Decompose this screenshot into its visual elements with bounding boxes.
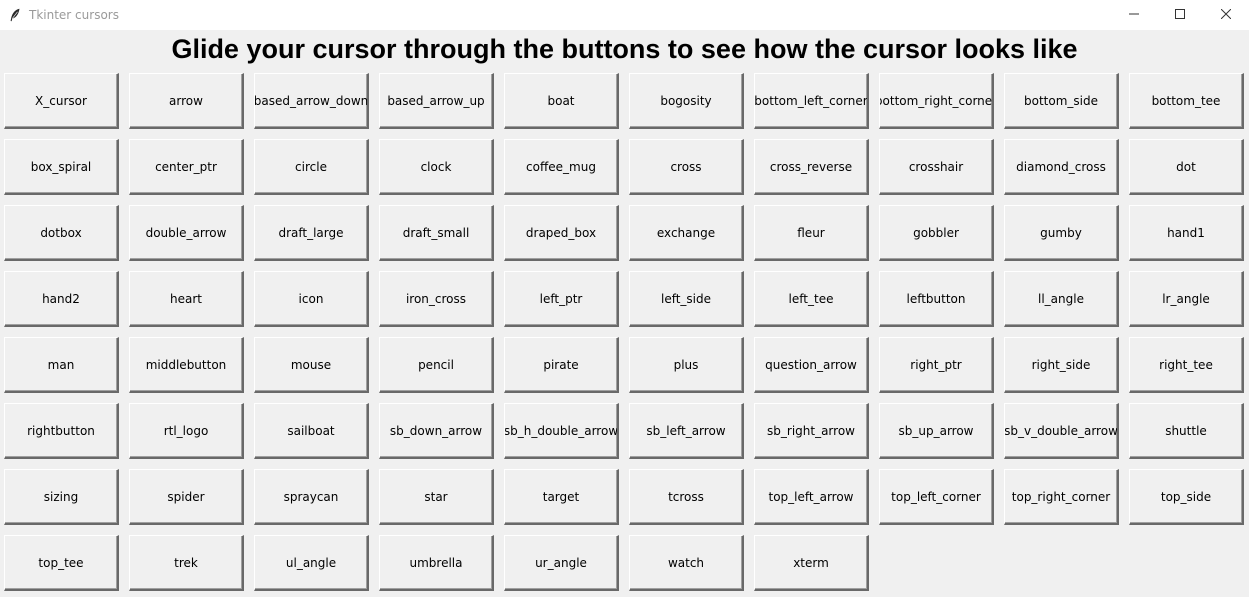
feather-icon — [8, 8, 22, 22]
cursor-button-leftbutton[interactable]: leftbutton — [879, 271, 994, 327]
cursor-button-hand1[interactable]: hand1 — [1129, 205, 1244, 261]
cursor-button-lr-angle[interactable]: lr_angle — [1129, 271, 1244, 327]
cursor-button-watch[interactable]: watch — [629, 535, 744, 591]
cursor-button-plus[interactable]: plus — [629, 337, 744, 393]
cursor-button-umbrella[interactable]: umbrella — [379, 535, 494, 591]
cursor-button-sb-down-arrow[interactable]: sb_down_arrow — [379, 403, 494, 459]
maximize-button[interactable] — [1157, 0, 1203, 30]
cursor-button-arrow[interactable]: arrow — [129, 73, 244, 129]
cursor-button-dot[interactable]: dot — [1129, 139, 1244, 195]
cursor-button-gobbler[interactable]: gobbler — [879, 205, 994, 261]
cursor-button-center-ptr[interactable]: center_ptr — [129, 139, 244, 195]
cursor-button-bottom-right-corner[interactable]: bottom_right_corner — [879, 73, 994, 129]
cursor-button-target[interactable]: target — [504, 469, 619, 525]
cursor-button-crosshair[interactable]: crosshair — [879, 139, 994, 195]
cursor-button-mouse[interactable]: mouse — [254, 337, 369, 393]
cursor-button-top-left-corner[interactable]: top_left_corner — [879, 469, 994, 525]
cursor-button-xterm[interactable]: xterm — [754, 535, 869, 591]
cursor-button-diamond-cross[interactable]: diamond_cross — [1004, 139, 1119, 195]
cursor-button-ul-angle[interactable]: ul_angle — [254, 535, 369, 591]
cursor-button-box-spiral[interactable]: box_spiral — [4, 139, 119, 195]
cursor-button-right-tee[interactable]: right_tee — [1129, 337, 1244, 393]
minimize-icon — [1129, 6, 1139, 24]
cursor-button-middlebutton[interactable]: middlebutton — [129, 337, 244, 393]
cursor-button-bogosity[interactable]: bogosity — [629, 73, 744, 129]
cursor-button-pirate[interactable]: pirate — [504, 337, 619, 393]
cursor-button-boat[interactable]: boat — [504, 73, 619, 129]
cursor-button-circle[interactable]: circle — [254, 139, 369, 195]
cursor-button-trek[interactable]: trek — [129, 535, 244, 591]
cursor-button-icon[interactable]: icon — [254, 271, 369, 327]
cursor-button-grid: X_cursor arrow based_arrow_down based_arrow… — [4, 73, 1244, 591]
cursor-button-sizing[interactable]: sizing — [4, 469, 119, 525]
cursor-button-sb-right-arrow[interactable]: sb_right_arrow — [754, 403, 869, 459]
cursor-button-bottom-left-corner[interactable]: bottom_left_corner — [754, 73, 869, 129]
cursor-button-sb-up-arrow[interactable]: sb_up_arrow — [879, 403, 994, 459]
cursor-button-spider[interactable]: spider — [129, 469, 244, 525]
cursor-button-left-ptr[interactable]: left_ptr — [504, 271, 619, 327]
cursor-button-heart[interactable]: heart — [129, 271, 244, 327]
cursor-button-sb-left-arrow[interactable]: sb_left_arrow — [629, 403, 744, 459]
title-bar[interactable]: Tkinter cursors — [0, 0, 1249, 30]
app-window: Tkinter cursors Glide your cursor throug… — [0, 0, 1249, 597]
cursor-button-question-arrow[interactable]: question_arrow — [754, 337, 869, 393]
cursor-button-top-right-corner[interactable]: top_right_corner — [1004, 469, 1119, 525]
cursor-button-top-tee[interactable]: top_tee — [4, 535, 119, 591]
cursor-button-hand2[interactable]: hand2 — [4, 271, 119, 327]
cursor-button-draft-small[interactable]: draft_small — [379, 205, 494, 261]
cursor-button-star[interactable]: star — [379, 469, 494, 525]
cursor-button-man[interactable]: man — [4, 337, 119, 393]
cursor-button-rtl-logo[interactable]: rtl_logo — [129, 403, 244, 459]
cursor-button-top-side[interactable]: top_side — [1129, 469, 1244, 525]
cursor-button-shuttle[interactable]: shuttle — [1129, 403, 1244, 459]
cursor-button-double-arrow[interactable]: double_arrow — [129, 205, 244, 261]
cursor-button-iron-cross[interactable]: iron_cross — [379, 271, 494, 327]
cursor-button-right-ptr[interactable]: right_ptr — [879, 337, 994, 393]
cursor-button-cross[interactable]: cross — [629, 139, 744, 195]
page-heading: Glide your cursor through the buttons to… — [171, 34, 1078, 64]
cursor-button-bottom-tee[interactable]: bottom_tee — [1129, 73, 1244, 129]
cursor-button-based-arrow-up[interactable]: based_arrow_up — [379, 73, 494, 129]
cursor-button-top-left-arrow[interactable]: top_left_arrow — [754, 469, 869, 525]
cursor-button-left-side[interactable]: left_side — [629, 271, 744, 327]
cursor-button-dotbox[interactable]: dotbox — [4, 205, 119, 261]
cursor-button-fleur[interactable]: fleur — [754, 205, 869, 261]
cursor-button-sb-h-double-arrow[interactable]: sb_h_double_arrow — [504, 403, 619, 459]
cursor-button-ur-angle[interactable]: ur_angle — [504, 535, 619, 591]
minimize-button[interactable] — [1111, 0, 1157, 30]
cursor-button-tcross[interactable]: tcross — [629, 469, 744, 525]
cursor-button-gumby[interactable]: gumby — [1004, 205, 1119, 261]
cursor-button-bottom-side[interactable]: bottom_side — [1004, 73, 1119, 129]
close-icon — [1220, 6, 1232, 24]
cursor-button-pencil[interactable]: pencil — [379, 337, 494, 393]
cursor-button-rightbutton[interactable]: rightbutton — [4, 403, 119, 459]
cursor-button-coffee-mug[interactable]: coffee_mug — [504, 139, 619, 195]
window-controls — [1111, 0, 1249, 30]
cursor-button-cross-reverse[interactable]: cross_reverse — [754, 139, 869, 195]
cursor-button-draped-box[interactable]: draped_box — [504, 205, 619, 261]
cursor-button-exchange[interactable]: exchange — [629, 205, 744, 261]
cursor-button-left-tee[interactable]: left_tee — [754, 271, 869, 327]
cursor-button-clock[interactable]: clock — [379, 139, 494, 195]
cursor-button-based-arrow-down[interactable]: based_arrow_down — [254, 73, 369, 129]
cursor-button-draft-large[interactable]: draft_large — [254, 205, 369, 261]
cursor-button-spraycan[interactable]: spraycan — [254, 469, 369, 525]
close-button[interactable] — [1203, 0, 1249, 30]
maximize-icon — [1175, 6, 1185, 24]
cursor-button-sailboat[interactable]: sailboat — [254, 403, 369, 459]
cursor-button-ll-angle[interactable]: ll_angle — [1004, 271, 1119, 327]
cursor-button-sb-v-double-arrow[interactable]: sb_v_double_arrow — [1004, 403, 1119, 459]
window-title: Tkinter cursors — [29, 8, 119, 22]
cursor-button-right-side[interactable]: right_side — [1004, 337, 1119, 393]
cursor-button-x-cursor[interactable]: X_cursor — [4, 73, 119, 129]
